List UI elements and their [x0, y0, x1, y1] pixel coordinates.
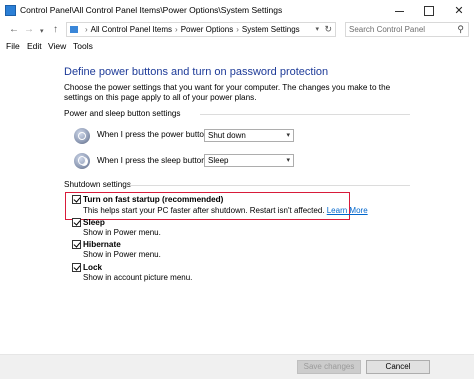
arrow-right-icon: → [24, 24, 34, 35]
search-box[interactable]: ⚲ [345, 22, 469, 37]
fast-startup-checkbox[interactable] [72, 195, 81, 204]
power-button-value: Shut down [208, 131, 246, 140]
sleep-button-icon [74, 153, 90, 169]
main-content: Define power buttons and turn on passwor… [0, 54, 474, 379]
footer-bar: Save changes Cancel [0, 355, 474, 379]
hibernate-option-title: Hibernate [83, 240, 121, 249]
learn-more-link[interactable]: Learn More [327, 206, 368, 215]
breadcrumb-item[interactable]: System Settings [242, 25, 300, 34]
address-dropdown-icon[interactable]: ▾ [315, 25, 319, 33]
forward-button[interactable]: → [24, 24, 34, 36]
search-icon[interactable]: ⚲ [457, 24, 464, 35]
power-button-label: When I press the power button: [97, 130, 211, 139]
sleep-button-value: Sleep [208, 156, 229, 165]
power-button-icon [74, 128, 90, 144]
arrow-up-icon: ↑ [53, 24, 58, 35]
chevron-right-icon[interactable]: › [175, 25, 178, 34]
sleep-option-title: Sleep [83, 218, 105, 227]
group-divider [130, 185, 410, 186]
page-title: Define power buttons and turn on passwor… [64, 66, 329, 78]
fast-startup-description: This helps start your PC faster after sh… [83, 206, 368, 215]
minimize-button[interactable] [384, 0, 414, 22]
sleep-option-description: Show in Power menu. [83, 228, 161, 237]
recent-locations-button[interactable]: ▾ [40, 26, 44, 38]
group-divider [200, 114, 410, 115]
menu-bar: File Edit View Tools [0, 40, 474, 54]
power-button-select[interactable]: Shut down ▾ [204, 129, 294, 142]
fast-startup-title: Turn on fast startup (recommended) [83, 195, 224, 204]
menu-file[interactable]: File [6, 41, 20, 51]
close-icon: ✕ [454, 5, 464, 17]
shutdown-group-label: Shutdown settings [64, 180, 131, 189]
lock-option-description: Show in account picture menu. [83, 273, 193, 282]
breadcrumb: › All Control Panel Items › Power Options › S… [82, 25, 300, 34]
chevron-right-icon[interactable]: › [236, 25, 239, 34]
up-button[interactable]: ↑ [53, 24, 58, 36]
maximize-button[interactable] [414, 0, 444, 22]
title-bar: Control Panel\All Control Panel Items\Po… [0, 0, 474, 22]
page-description: Choose the power settings that you want … [64, 83, 391, 102]
control-panel-icon [5, 5, 16, 16]
maximize-icon [424, 6, 434, 17]
chevron-right-icon: › [85, 25, 88, 34]
back-button[interactable]: ← [9, 24, 19, 36]
fast-startup-desc-text: This helps start your PC faster after sh… [83, 206, 325, 215]
menu-edit[interactable]: Edit [27, 41, 42, 51]
sleep-button-label: When I press the sleep button: [97, 156, 209, 165]
menu-tools[interactable]: Tools [73, 41, 93, 51]
menu-view[interactable]: View [48, 41, 66, 51]
lock-checkbox[interactable] [72, 263, 81, 272]
chevron-down-icon: ▾ [40, 28, 44, 35]
search-input[interactable] [349, 24, 451, 35]
minimize-icon [394, 10, 404, 12]
sleep-checkbox[interactable] [72, 218, 81, 227]
window-title: Control Panel\All Control Panel Items\Po… [20, 5, 283, 15]
close-button[interactable]: ✕ [444, 0, 474, 22]
arrow-left-icon: ← [9, 24, 19, 35]
chevron-down-icon: ▾ [286, 132, 290, 139]
power-group-label: Power and sleep button settings [64, 109, 181, 118]
lock-option-title: Lock [83, 263, 103, 272]
control-panel-icon [70, 26, 78, 33]
address-bar[interactable]: › All Control Panel Items › Power Options › S… [66, 22, 336, 37]
chevron-down-icon: ▾ [286, 157, 290, 164]
sleep-button-select[interactable]: Sleep ▾ [204, 154, 294, 167]
cancel-button[interactable]: Cancel [366, 360, 430, 374]
save-changes-button[interactable]: Save changes [297, 360, 361, 374]
refresh-icon[interactable]: ↻ [324, 24, 332, 35]
address-row: ← → ▾ ↑ › All Control Panel Items › Power O… [0, 22, 474, 38]
breadcrumb-item[interactable]: Power Options [181, 25, 233, 34]
hibernate-checkbox[interactable] [72, 240, 81, 249]
hibernate-option-description: Show in Power menu. [83, 250, 161, 259]
breadcrumb-item[interactable]: All Control Panel Items [91, 25, 172, 34]
